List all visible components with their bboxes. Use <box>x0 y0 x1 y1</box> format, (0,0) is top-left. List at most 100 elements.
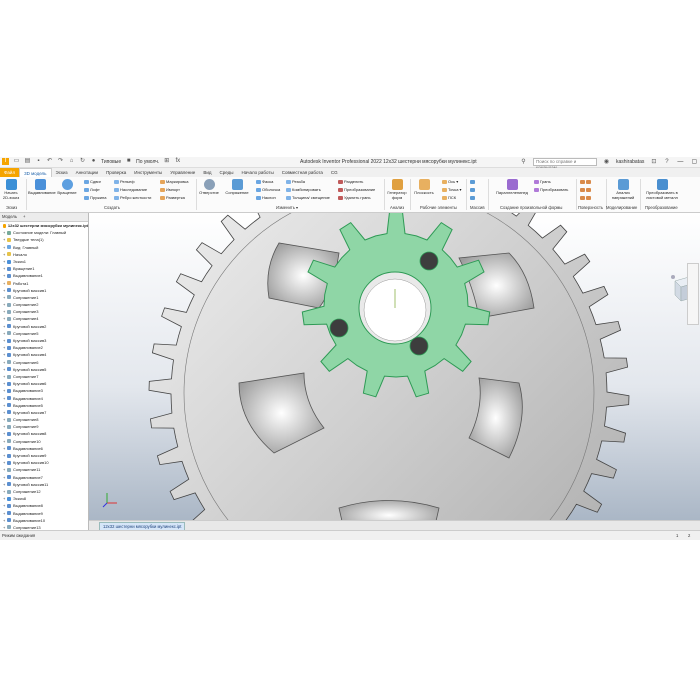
tab-annotate[interactable]: Аннотации <box>72 168 103 177</box>
tree-item[interactable]: + Сопряжение4 <box>1 315 88 322</box>
circular-pattern-button[interactable] <box>470 187 476 192</box>
user-name[interactable]: kashirabatas <box>616 159 644 165</box>
maximize-button[interactable]: ▢ <box>690 158 698 166</box>
undo-icon[interactable]: ↶ <box>46 158 53 165</box>
navigation-bar[interactable] <box>687 263 699 325</box>
minimize-button[interactable]: — <box>676 158 684 166</box>
tree-item[interactable]: + Круговой массив5 <box>1 366 88 373</box>
surface-tools[interactable] <box>580 179 592 184</box>
tab-view[interactable]: Вид <box>199 168 215 177</box>
draft-button[interactable]: Наклон <box>256 195 276 200</box>
tree-item[interactable]: + Выдавливание6 <box>1 445 88 452</box>
tree-item[interactable]: + Работа1 <box>1 280 88 287</box>
appearance-select[interactable]: Типовые <box>101 159 121 165</box>
plane-button[interactable]: Плоскость <box>412 179 436 196</box>
surface-tools-2[interactable] <box>580 187 592 192</box>
tab-collaborate[interactable]: Совместная работа <box>278 168 327 177</box>
inventor-logo-icon[interactable]: I <box>2 158 9 165</box>
browser-add-tab[interactable]: + <box>23 213 25 221</box>
shape-generator-button[interactable]: Генератор форм <box>386 179 408 200</box>
tree-item[interactable]: + Сопряжение1 <box>1 294 88 301</box>
tab-tools[interactable]: Инструменты <box>130 168 166 177</box>
tree-item[interactable]: + Вращение1 <box>1 265 88 272</box>
revolve-button[interactable]: Вращение <box>56 179 78 196</box>
delete-face-button[interactable]: Удалить грань <box>338 195 371 200</box>
rectangular-pattern-button[interactable] <box>470 179 476 184</box>
tab-sketch[interactable]: Эскиз <box>52 168 72 177</box>
freeform-face-button[interactable]: Грань <box>534 179 551 184</box>
tab-cg[interactable]: CG <box>327 168 342 177</box>
tree-item[interactable]: + Круговой массив7 <box>1 409 88 416</box>
formula-icon[interactable]: fx <box>174 158 181 165</box>
tree-item[interactable]: + Круговой массив11 <box>1 481 88 488</box>
tree-item[interactable]: 12x32 шестерни мясорубки мулинекс.ipt <box>1 222 88 229</box>
fillet-button[interactable]: Сопряжение <box>222 179 252 196</box>
loft-button[interactable]: Лофт <box>84 187 100 192</box>
point-button[interactable]: Точка ▾ <box>442 187 462 192</box>
extrude-button[interactable]: Выдавливание <box>28 179 56 196</box>
rib-button[interactable]: Ребро жесткости <box>114 195 151 200</box>
tree-item[interactable]: + Сопряжение12 <box>1 488 88 495</box>
tree-item[interactable]: + Сопряжение5 <box>1 330 88 337</box>
tree-item[interactable]: + Состояние модели: Главный <box>1 229 88 236</box>
help-search-input[interactable]: Поиск по справке и командам <box>533 158 597 170</box>
tree-item[interactable]: + Круговой массив6 <box>1 380 88 387</box>
gear-3d-view[interactable] <box>89 213 700 530</box>
select-icon[interactable]: ⌂ <box>68 158 75 165</box>
update-icon[interactable]: ↻ <box>79 158 86 165</box>
tree-item[interactable]: + Сопряжение6 <box>1 359 88 366</box>
axis-button[interactable]: Ось ▾ <box>442 179 458 184</box>
tree-item[interactable]: + Выдавливание3 <box>1 387 88 394</box>
browser-tab-model[interactable]: Модель <box>2 213 17 221</box>
tree-item[interactable]: + Сопряжение10 <box>1 438 88 445</box>
tree-item[interactable]: + Выдавливание9 <box>1 510 88 517</box>
tree-item[interactable]: + Сопряжение9 <box>1 423 88 430</box>
user-icon[interactable]: ◉ <box>603 159 610 166</box>
decal-button[interactable]: Маркировка <box>160 179 188 184</box>
split-button[interactable]: Разделить <box>338 179 363 184</box>
tab-get-started[interactable]: Начало работы <box>238 168 278 177</box>
measure-icon[interactable]: ⊞ <box>163 158 170 165</box>
import-button[interactable]: Импорт <box>160 187 180 192</box>
combine-button[interactable]: Комбинировать <box>286 187 321 192</box>
unwrap-button[interactable]: Развертка <box>160 195 185 200</box>
new-file-icon[interactable]: ▭ <box>13 158 20 165</box>
help-icon[interactable]: ? <box>663 159 670 166</box>
graphics-viewport[interactable] <box>89 213 700 530</box>
hole-button[interactable]: Отверстие <box>198 179 220 196</box>
tab-3d-model[interactable]: 3D модель <box>19 167 52 178</box>
convert-sheet-metal-button[interactable]: Преобразовать в листовой металл <box>642 179 682 200</box>
tree-item[interactable]: + Круговой массив3 <box>1 337 88 344</box>
freeform-box-button[interactable]: Параллелепипед <box>492 179 532 196</box>
tree-item[interactable]: + Выдавливание10 <box>1 517 88 524</box>
thicken-button[interactable]: Толщина/ смещение <box>286 195 330 200</box>
tree-item[interactable]: + Сопряжение2 <box>1 301 88 308</box>
appearance-icon[interactable]: ● <box>90 158 97 165</box>
search-icon[interactable]: ⚲ <box>520 159 527 166</box>
tree-item[interactable]: + Выдавливание8 <box>1 502 88 509</box>
surface-tools-3[interactable] <box>580 195 592 200</box>
sweep-button[interactable]: Сдвиг <box>84 179 101 184</box>
tree-item[interactable]: + Эскиз1 <box>1 258 88 265</box>
tree-item[interactable]: + Выдавливание7 <box>1 474 88 481</box>
tree-item[interactable]: + Сопряжение8 <box>1 416 88 423</box>
tree-item[interactable]: + Выдавливание1 <box>1 272 88 279</box>
ucs-button[interactable]: ПСК <box>442 195 456 200</box>
tree-item[interactable]: + Вид: Главный <box>1 244 88 251</box>
tree-item[interactable]: + Выдавливание4 <box>1 395 88 402</box>
start-sketch-button[interactable]: Начать 2D-эскиз <box>2 179 20 200</box>
stress-analysis-button[interactable]: Анализ напряжений <box>608 179 638 200</box>
tree-item[interactable]: + Сопряжение11 <box>1 466 88 473</box>
redo-icon[interactable]: ↷ <box>57 158 64 165</box>
tree-item[interactable]: + Круговой массив8 <box>1 430 88 437</box>
shell-button[interactable]: Оболочка <box>256 187 280 192</box>
derive-button[interactable]: Наследование <box>114 187 147 192</box>
tab-inspect[interactable]: Проверка <box>102 168 130 177</box>
tree-item[interactable]: + Выдавливание2 <box>1 344 88 351</box>
tree-item[interactable]: + Выдавливание5 <box>1 402 88 409</box>
tree-item[interactable]: + Твердые тела(1) <box>1 236 88 243</box>
tab-environments[interactable]: Среды <box>215 168 237 177</box>
material-icon[interactable]: ■ <box>125 158 132 165</box>
material-select[interactable]: По умолч. <box>136 159 159 165</box>
mirror-button[interactable] <box>470 195 476 200</box>
